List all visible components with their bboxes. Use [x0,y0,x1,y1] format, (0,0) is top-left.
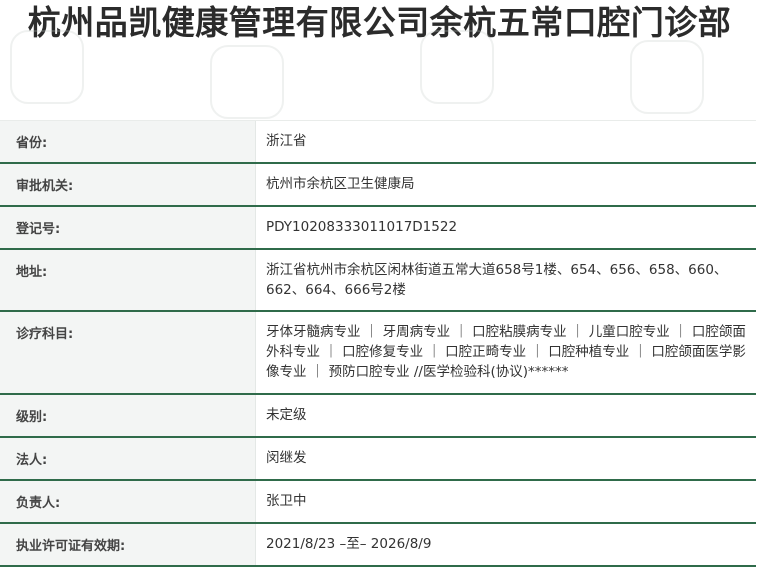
row-label: 法人: [0,438,256,479]
table-row: 省份: 浙江省 [0,121,756,164]
table-row: 级别: 未定级 [0,395,756,438]
row-value: 浙江省杭州市余杭区闲林街道五常大道658号1楼、654、656、658、660、… [266,262,728,298]
info-table: 省份: 浙江省 审批机关: 杭州市余杭区卫生健康局 登记号: PDY102083… [0,120,756,567]
row-value: 张卫中 [266,493,307,509]
row-value: 未定级 [266,407,307,423]
row-value: 牙体牙髓病专业 ｜ 牙周病专业 ｜ 口腔粘膜病专业 ｜ 儿童口腔专业 ｜ 口腔颌… [266,324,746,380]
row-label: 地址: [0,250,256,310]
page-title: 杭州品凯健康管理有限公司余杭五常口腔门诊部 [27,3,732,42]
row-label: 诊疗科目: [0,312,256,393]
watermark-logo [630,40,704,114]
table-row: 登记号: PDY10208333011017D1522 [0,207,756,250]
table-row: 执业许可证有效期: 2021/8/23 –至– 2026/8/9 [0,524,756,567]
row-label: 执业许可证有效期: [0,524,256,565]
row-label: 级别: [0,395,256,436]
table-row: 负责人: 张卫中 [0,481,756,524]
row-value: PDY10208333011017D1522 [266,219,458,235]
watermark-logo [210,45,284,119]
row-label: 省份: [0,121,256,162]
table-row: 诊疗科目: 牙体牙髓病专业 ｜ 牙周病专业 ｜ 口腔粘膜病专业 ｜ 儿童口腔专业… [0,312,756,395]
row-value: 闵继发 [266,450,307,466]
row-label: 负责人: [0,481,256,522]
row-value: 2021/8/23 –至– 2026/8/9 [266,536,432,552]
table-row: 审批机关: 杭州市余杭区卫生健康局 [0,164,756,207]
row-label: 审批机关: [0,164,256,205]
row-label: 登记号: [0,207,256,248]
table-row: 地址: 浙江省杭州市余杭区闲林街道五常大道658号1楼、654、656、658、… [0,250,756,312]
row-value: 杭州市余杭区卫生健康局 [266,176,415,192]
row-value: 浙江省 [266,133,307,149]
table-row: 法人: 闵继发 [0,438,756,481]
